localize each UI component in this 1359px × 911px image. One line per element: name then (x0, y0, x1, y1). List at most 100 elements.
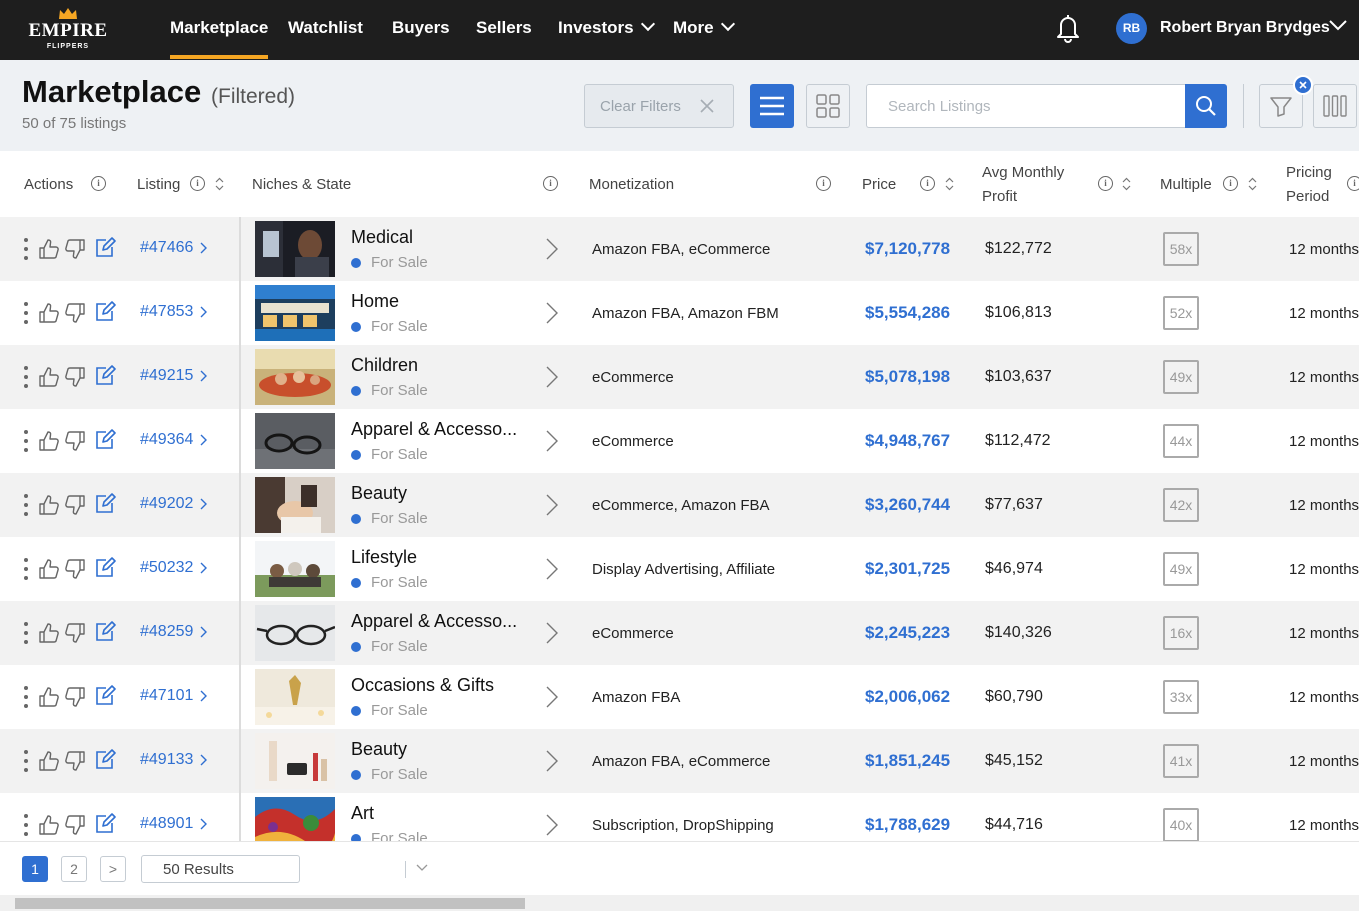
edit-icon[interactable] (94, 556, 116, 578)
edit-icon[interactable] (94, 428, 116, 450)
table-row[interactable]: #50232 Lifestyle For Sale Display Advert… (0, 537, 1359, 601)
nav-buyers[interactable]: Buyers (392, 18, 450, 38)
page-button-1[interactable]: 1 (22, 856, 48, 882)
thumbs-down-icon[interactable] (64, 750, 86, 772)
table-row[interactable]: #47853 Home For Sale Amazon FBA, Amazon … (0, 281, 1359, 345)
nav-investors[interactable]: Investors (558, 16, 655, 38)
thumbs-up-icon[interactable] (38, 558, 60, 580)
listing-thumbnail-apparel[interactable] (255, 413, 335, 469)
edit-icon[interactable] (94, 620, 116, 642)
more-vertical-icon[interactable] (24, 749, 28, 773)
thumbs-down-icon[interactable] (64, 238, 86, 260)
col-multiple[interactable]: Multiple (1160, 176, 1212, 193)
listing-id-link[interactable]: #49215 (140, 367, 193, 385)
nav-marketplace[interactable]: Marketplace (170, 18, 269, 59)
edit-icon[interactable] (94, 364, 116, 386)
chevron-right-icon[interactable] (546, 429, 558, 453)
grid-view-button[interactable] (806, 84, 850, 128)
thumbs-down-icon[interactable] (64, 814, 86, 836)
listing-thumbnail-art[interactable] (255, 797, 335, 841)
more-vertical-icon[interactable] (24, 813, 28, 837)
listing-id-link[interactable]: #47101 (140, 687, 193, 705)
more-vertical-icon[interactable] (24, 685, 28, 709)
table-row[interactable]: #49202 Beauty For Sale eCommerce, Amazon… (0, 473, 1359, 537)
col-price[interactable]: Price (862, 176, 896, 193)
listing-id-link[interactable]: #47466 (140, 239, 193, 257)
listing-id-link[interactable]: #49202 (140, 495, 193, 513)
sort-icon[interactable] (1122, 177, 1131, 191)
clear-filters-button[interactable]: Clear Filters (584, 84, 734, 128)
search-button[interactable] (1185, 84, 1227, 128)
chevron-right-icon[interactable] (546, 557, 558, 581)
edit-icon[interactable] (94, 492, 116, 514)
more-vertical-icon[interactable] (24, 365, 28, 389)
chevron-right-icon[interactable] (546, 685, 558, 709)
info-icon[interactable]: i (1347, 176, 1359, 191)
listing-id-link[interactable]: #49364 (140, 431, 193, 449)
thumbs-down-icon[interactable] (64, 366, 86, 388)
chevron-right-icon[interactable] (546, 749, 558, 773)
thumbs-up-icon[interactable] (38, 750, 60, 772)
listing-thumbnail-beauty[interactable] (255, 733, 335, 789)
thumbs-up-icon[interactable] (38, 622, 60, 644)
user-name[interactable]: Robert Bryan Brydges (1160, 19, 1330, 37)
listing-thumbnail-beauty[interactable] (255, 477, 335, 533)
info-icon[interactable]: i (816, 176, 831, 191)
thumbs-up-icon[interactable] (38, 366, 60, 388)
chevron-right-icon[interactable] (546, 493, 558, 517)
chevron-right-icon[interactable] (546, 365, 558, 389)
search-input[interactable] (866, 84, 1186, 128)
more-vertical-icon[interactable] (24, 237, 28, 261)
table-row[interactable]: #49364 Apparel & Accesso... For Sale eCo… (0, 409, 1359, 473)
thumbs-down-icon[interactable] (64, 494, 86, 516)
thumbs-up-icon[interactable] (38, 430, 60, 452)
info-icon[interactable]: i (190, 176, 205, 191)
info-icon[interactable]: i (1098, 176, 1113, 191)
table-row[interactable]: #47466 Medical For Sale Amazon FBA, eCom… (0, 217, 1359, 281)
sort-icon[interactable] (1248, 177, 1257, 191)
edit-icon[interactable] (94, 812, 116, 834)
listing-id-link[interactable]: #48901 (140, 815, 193, 833)
listing-thumbnail-apparel[interactable] (255, 605, 335, 661)
nav-sellers[interactable]: Sellers (476, 18, 532, 38)
edit-icon[interactable] (94, 300, 116, 322)
listing-thumbnail-lifestyle[interactable] (255, 541, 335, 597)
listing-id-link[interactable]: #48259 (140, 623, 193, 641)
table-row[interactable]: #48259 Apparel & Accesso... For Sale eCo… (0, 601, 1359, 665)
more-vertical-icon[interactable] (24, 621, 28, 645)
page-button-2[interactable]: 2 (61, 856, 87, 882)
results-per-page-select[interactable]: 50 Results (141, 855, 428, 883)
thumbs-down-icon[interactable] (64, 558, 86, 580)
more-vertical-icon[interactable] (24, 301, 28, 325)
nav-watchlist[interactable]: Watchlist (288, 18, 363, 38)
sort-icon[interactable] (215, 177, 224, 191)
chevron-down-icon[interactable] (1328, 18, 1348, 32)
edit-icon[interactable] (94, 236, 116, 258)
info-icon[interactable]: i (1223, 176, 1238, 191)
col-listing[interactable]: Listing (137, 176, 180, 193)
table-row[interactable]: #48901 Art For Sale Subscription, DropSh… (0, 793, 1359, 841)
nav-more[interactable]: More (673, 16, 735, 38)
chevron-right-icon[interactable] (546, 621, 558, 645)
listing-id-link[interactable]: #47853 (140, 303, 193, 321)
more-vertical-icon[interactable] (24, 429, 28, 453)
listing-thumbnail-home[interactable] (255, 285, 335, 341)
next-page-button[interactable]: > (100, 856, 126, 882)
columns-button[interactable] (1313, 84, 1357, 128)
chevron-right-icon[interactable] (546, 813, 558, 837)
info-icon[interactable]: i (543, 176, 558, 191)
thumbs-down-icon[interactable] (64, 622, 86, 644)
table-row[interactable]: #47101 Occasions & Gifts For Sale Amazon… (0, 665, 1359, 729)
sort-icon[interactable] (945, 177, 954, 191)
bell-icon[interactable] (1053, 12, 1083, 44)
thumbs-down-icon[interactable] (64, 430, 86, 452)
col-avg-monthly-profit[interactable]: Avg Monthly (982, 164, 1064, 181)
empire-flippers-logo[interactable]: EMPIRE FLIPPERS (28, 8, 108, 52)
edit-icon[interactable] (94, 748, 116, 770)
thumbs-down-icon[interactable] (64, 686, 86, 708)
edit-icon[interactable] (94, 684, 116, 706)
listing-thumbnail-medical[interactable] (255, 221, 335, 277)
listing-id-link[interactable]: #49133 (140, 751, 193, 769)
info-icon[interactable]: i (920, 176, 935, 191)
more-vertical-icon[interactable] (24, 557, 28, 581)
